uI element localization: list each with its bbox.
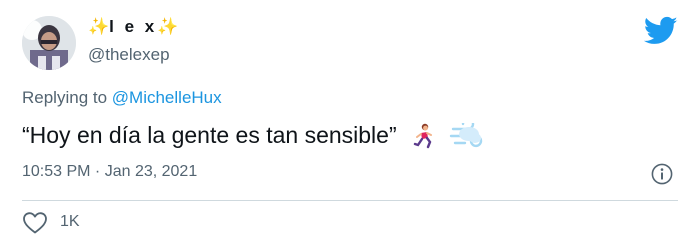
tweet-timestamp[interactable]: 10:53 PM · Jan 23, 2021 bbox=[22, 163, 197, 181]
avatar[interactable] bbox=[22, 16, 76, 70]
heart-icon[interactable] bbox=[22, 211, 48, 235]
info-icon[interactable] bbox=[651, 163, 673, 185]
tweet-card: ✨l e x✨ @thelexep Replying to @MichelleH… bbox=[0, 0, 700, 251]
woman-running-emoji bbox=[413, 123, 432, 148]
tweet-body: “Hoy en día la gente es tan sensible” bbox=[22, 122, 483, 149]
replying-to-line: Replying to @MichelleHux bbox=[22, 88, 222, 108]
reply-mention-link[interactable]: @MichelleHux bbox=[112, 88, 222, 107]
divider bbox=[22, 200, 678, 201]
twitter-bird-icon[interactable] bbox=[644, 16, 678, 46]
like-count: 1K bbox=[60, 213, 80, 230]
sparkles-icon: ✨ bbox=[157, 17, 179, 36]
tweet-text: “Hoy en día la gente es tan sensible” bbox=[22, 122, 397, 148]
replying-to-label: Replying to bbox=[22, 88, 112, 107]
dash-emoji bbox=[449, 122, 482, 147]
display-name-text: l e x bbox=[109, 17, 158, 36]
display-name[interactable]: ✨l e x✨ bbox=[88, 17, 178, 37]
sparkles-icon: ✨ bbox=[88, 17, 110, 36]
user-handle[interactable]: @thelexep bbox=[88, 45, 170, 65]
